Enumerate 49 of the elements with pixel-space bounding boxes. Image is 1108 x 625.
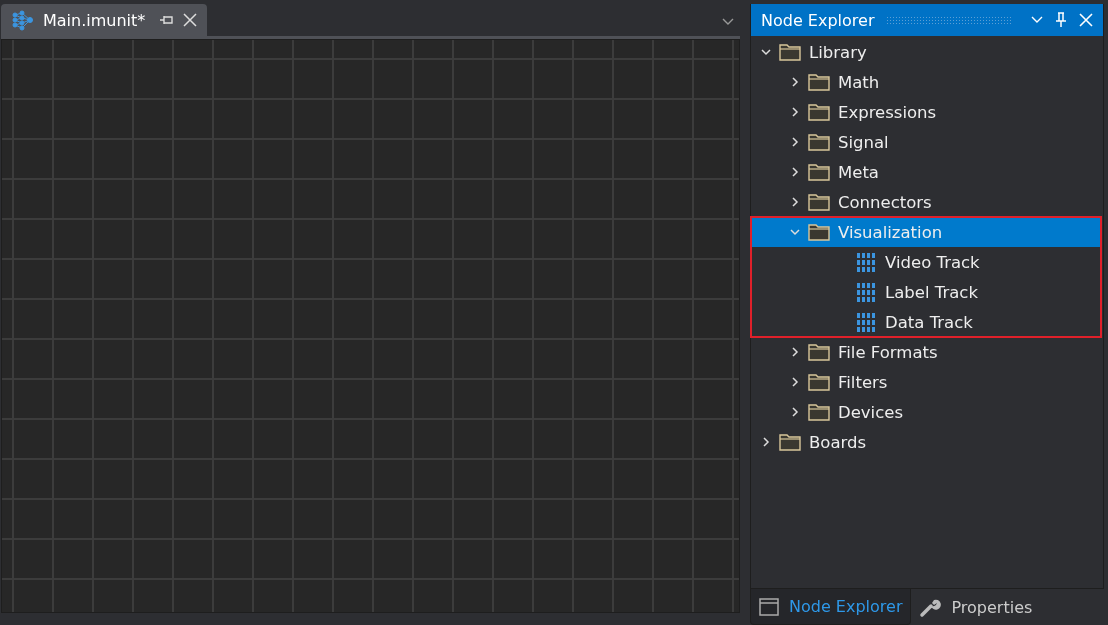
close-icon[interactable] (183, 13, 198, 27)
network-icon (11, 9, 35, 31)
folder-icon (808, 133, 830, 151)
folder-icon (808, 373, 830, 391)
folder-icon (808, 343, 830, 361)
tree-item[interactable]: Signal (751, 127, 1103, 157)
document-tab[interactable]: Main.imunit* (1, 4, 208, 36)
chevron-right-icon[interactable] (790, 377, 800, 387)
chevron-right-icon[interactable] (790, 347, 800, 357)
tree-item[interactable]: Devices (751, 397, 1103, 427)
folder-icon (808, 103, 830, 121)
chevron-right-icon[interactable] (790, 197, 800, 207)
chevron-right-icon[interactable] (790, 107, 800, 117)
chevron-down-icon[interactable] (722, 18, 734, 26)
chevron-right-icon[interactable] (790, 137, 800, 147)
tree-item[interactable]: Label Track (751, 277, 1101, 307)
tree-item[interactable]: Meta (751, 157, 1103, 187)
binary-icon (855, 281, 877, 303)
tree-item[interactable]: File Formats (751, 337, 1103, 367)
folder-icon (808, 73, 830, 91)
panel-tab[interactable]: Node Explorer (750, 589, 912, 625)
window-icon (759, 597, 779, 616)
folder-icon (808, 193, 830, 211)
tree-item[interactable]: Library (751, 37, 1103, 67)
folder-icon (808, 223, 830, 241)
chevron-right-icon[interactable] (790, 77, 800, 87)
tree-item[interactable]: Connectors (751, 187, 1103, 217)
binary-icon (855, 311, 877, 333)
binary-icon (855, 251, 877, 273)
folder-icon (779, 433, 801, 451)
chevron-down-icon[interactable] (761, 47, 771, 57)
tree-item[interactable]: Expressions (751, 97, 1103, 127)
tree-item[interactable]: Visualization (751, 217, 1101, 247)
panel-tab[interactable]: Properties (911, 589, 1041, 625)
chevron-right-icon[interactable] (790, 167, 800, 177)
tree-item[interactable]: Filters (751, 367, 1103, 397)
panel-title: Node Explorer (761, 10, 875, 30)
tree-item[interactable]: Data Track (751, 307, 1101, 337)
pin-icon[interactable] (1055, 12, 1067, 28)
tree-item[interactable]: Video Track (751, 247, 1101, 277)
folder-icon (808, 163, 830, 181)
folder-icon (779, 43, 801, 61)
folder-icon (808, 403, 830, 421)
chevron-right-icon[interactable] (790, 407, 800, 417)
tree-item[interactable]: Math (751, 67, 1103, 97)
tab-title: Main.imunit* (43, 10, 146, 30)
tree-item[interactable]: Boards (751, 427, 1103, 457)
chevron-right-icon[interactable] (761, 437, 771, 447)
pin-icon[interactable] (159, 14, 176, 26)
